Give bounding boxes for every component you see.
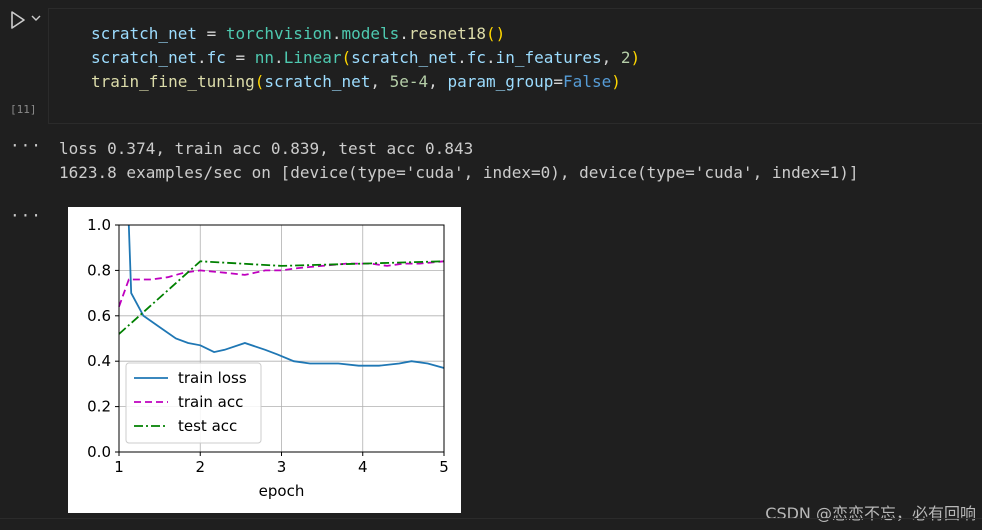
code-token: . bbox=[196, 48, 207, 67]
x-tick-label: 3 bbox=[277, 458, 287, 476]
x-axis-label: epoch bbox=[259, 482, 305, 500]
x-tick-label: 4 bbox=[358, 458, 368, 476]
x-tick-label: 5 bbox=[439, 458, 449, 476]
watermark: CSDN @恋恋不忘，必有回响 bbox=[765, 504, 976, 523]
code-token: , bbox=[428, 72, 448, 91]
y-tick-label: 0.4 bbox=[87, 352, 111, 370]
code-token: . bbox=[486, 48, 496, 67]
chevron-down-icon[interactable] bbox=[30, 12, 42, 24]
stdout-output: loss 0.374, train acc 0.839, test acc 0.… bbox=[59, 137, 859, 185]
x-tick-label: 2 bbox=[195, 458, 205, 476]
y-tick-label: 0.8 bbox=[87, 261, 111, 279]
code-token: nn bbox=[254, 48, 275, 67]
y-tick-label: 0.0 bbox=[87, 443, 111, 461]
stdout-line: loss 0.374, train acc 0.839, test acc 0.… bbox=[59, 139, 474, 158]
code-token: resnet18 bbox=[408, 24, 486, 43]
code-token: ( bbox=[341, 48, 352, 67]
y-tick-label: 0.6 bbox=[87, 307, 111, 325]
code-token: torchvision bbox=[225, 24, 332, 43]
code-token: ( bbox=[254, 72, 265, 91]
output-menu-icon[interactable]: ··· bbox=[10, 136, 42, 155]
divider bbox=[0, 518, 982, 519]
code-token: in_features bbox=[495, 48, 602, 67]
code-token: scratch_net bbox=[91, 24, 197, 43]
code-token: , bbox=[601, 48, 621, 67]
code-token: 2 bbox=[620, 48, 631, 67]
code-token: models bbox=[341, 24, 400, 43]
x-tick-label: 1 bbox=[114, 458, 124, 476]
y-tick-label: 0.2 bbox=[87, 398, 111, 416]
series-line-train-loss bbox=[127, 224, 445, 369]
code-token: fc bbox=[206, 48, 226, 67]
code-token: = bbox=[553, 72, 564, 91]
code-line: scratch_net.fc = nn.Linear(scratch_net.f… bbox=[91, 46, 640, 70]
line-chart: 1 2 3 4 5 0.0 0.2 0.4 0.6 0.8 1.0 epoch train loss tr… bbox=[87, 216, 449, 500]
code-token: fc bbox=[466, 48, 486, 67]
code-token: = bbox=[225, 48, 255, 67]
code-token: 5e-4 bbox=[389, 72, 429, 91]
output-menu-icon[interactable]: ··· bbox=[10, 206, 42, 225]
code-token: scratch_net bbox=[91, 48, 197, 67]
code-token: . bbox=[399, 24, 409, 43]
code-token: Linear bbox=[283, 48, 342, 67]
code-line: scratch_net = torchvision.models.resnet1… bbox=[91, 22, 640, 46]
code-token: () bbox=[485, 24, 506, 43]
execution-count: [11] bbox=[10, 103, 37, 116]
legend-label: train acc bbox=[178, 393, 243, 411]
code-token: , bbox=[370, 72, 390, 91]
code-token: scratch_net bbox=[264, 72, 371, 91]
code-line: train_fine_tuning(scratch_net, 5e-4, par… bbox=[91, 70, 640, 94]
run-cell-icon[interactable] bbox=[8, 10, 28, 30]
code-token: False bbox=[563, 72, 612, 91]
code-token: param_group bbox=[447, 72, 554, 91]
legend-label: train loss bbox=[178, 369, 247, 387]
code-token: . bbox=[457, 48, 467, 67]
stdout-line: 1623.8 examples/sec on [device(type='cud… bbox=[59, 163, 859, 182]
code-token: = bbox=[196, 24, 226, 43]
y-tick-label: 1.0 bbox=[87, 216, 111, 234]
code-token: train_fine_tuning bbox=[91, 72, 255, 91]
plot-output: 1 2 3 4 5 0.0 0.2 0.4 0.6 0.8 1.0 epoch train loss tr… bbox=[68, 207, 461, 513]
code-token: . bbox=[274, 48, 284, 67]
code-block[interactable]: scratch_net = torchvision.models.resnet1… bbox=[91, 22, 640, 94]
code-token: scratch_net bbox=[351, 48, 458, 67]
code-token: ) bbox=[611, 72, 621, 91]
code-token: ) bbox=[630, 48, 641, 67]
legend-label: test acc bbox=[178, 417, 237, 435]
